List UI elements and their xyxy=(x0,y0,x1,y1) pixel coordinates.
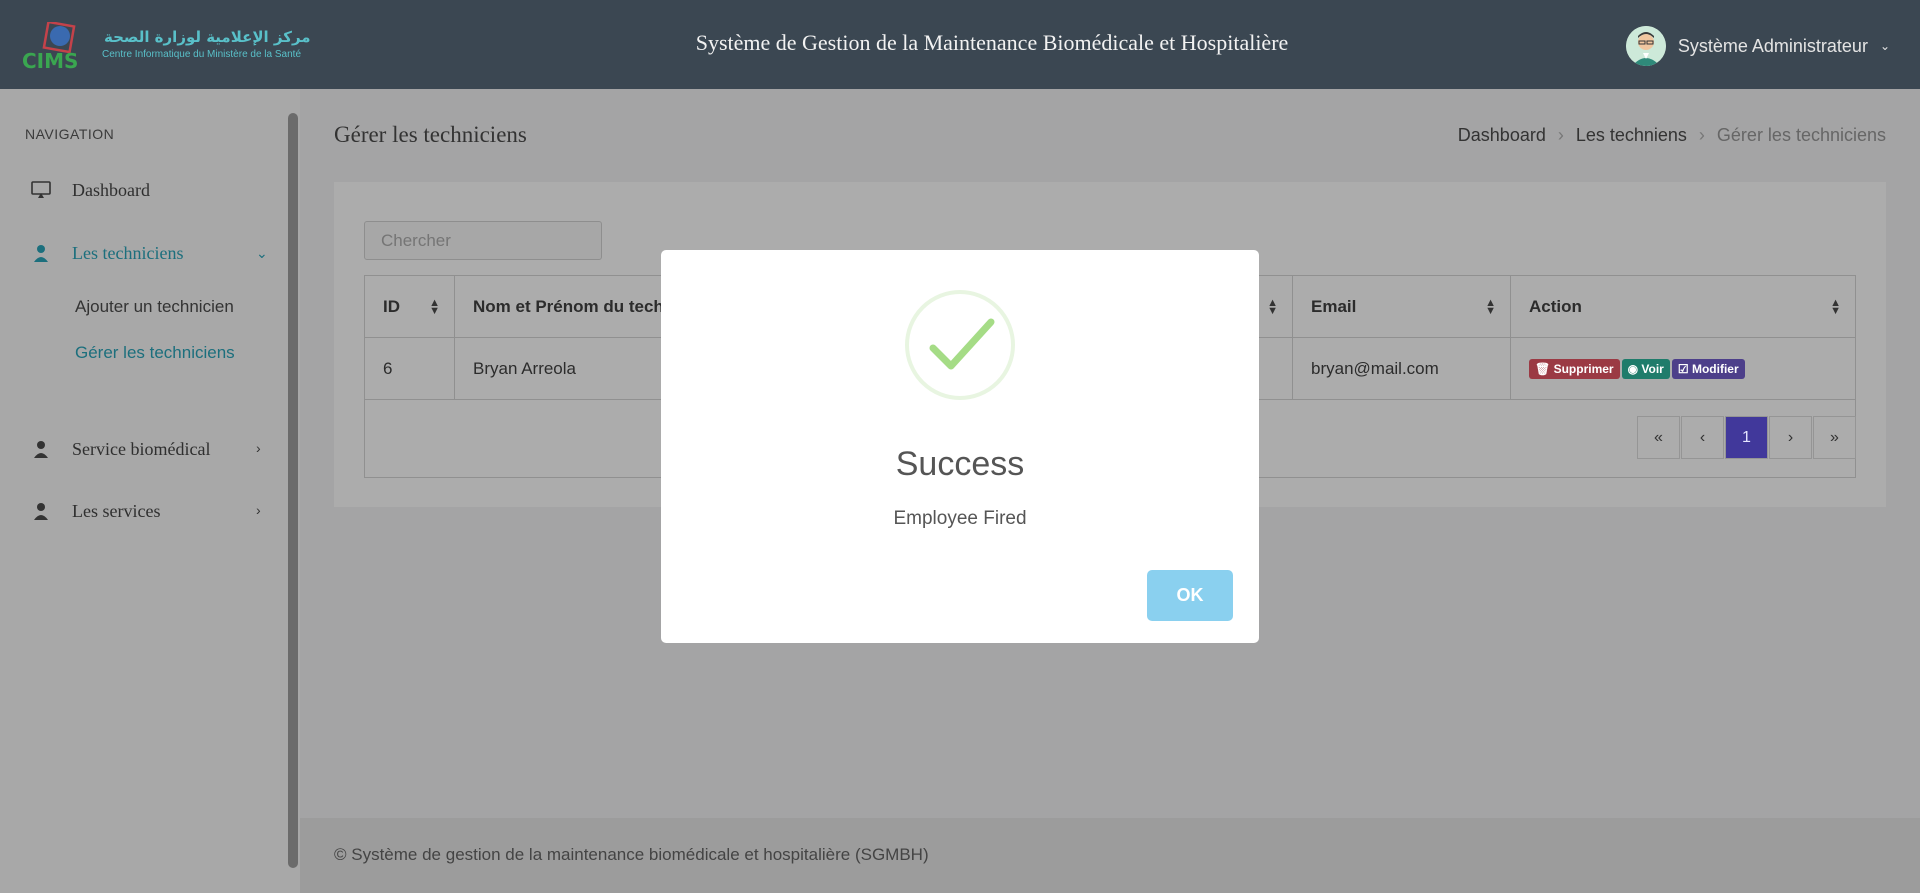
eye-icon: ◉ xyxy=(1627,362,1642,376)
column-header-action[interactable]: Action ▲ ▼ xyxy=(1510,275,1856,338)
sidebar-item-les-services[interactable]: Les services xyxy=(30,500,160,522)
trash-icon: 🗑 xyxy=(1535,362,1554,376)
column-header-id[interactable]: ID ▲ ▼ xyxy=(364,275,455,338)
pagination: « ‹ 1 › » xyxy=(1637,416,1856,459)
sidebar-item-label: Les techniciens xyxy=(72,242,184,263)
cell-id: 6 xyxy=(364,337,455,400)
chevron-right-icon: › xyxy=(1557,125,1564,145)
avatar xyxy=(1625,26,1666,66)
pagination-page-1[interactable]: 1 xyxy=(1725,416,1768,459)
sidebar-item-label: Dashboard xyxy=(72,179,150,200)
pagination-first[interactable]: « xyxy=(1637,416,1680,459)
user-icon xyxy=(30,500,52,522)
sort-icon: ▲ ▼ xyxy=(1485,297,1496,317)
ok-button[interactable]: OK xyxy=(1147,570,1233,621)
footer-text: © Système de gestion de la maintenance b… xyxy=(334,845,929,864)
user-name: Système Administrateur xyxy=(1677,35,1868,56)
cell-actions: 🗑 Supprimer ◉ Voir ☑ Modifier xyxy=(1510,337,1856,400)
user-icon xyxy=(30,438,52,460)
top-navbar: CIMS مركز الإعلامية لوزارة الصحة Centre … xyxy=(0,0,1920,89)
chevron-right-icon: › xyxy=(1698,125,1705,145)
breadcrumb: Dashboard › Les techniens › Gérer les te… xyxy=(1458,125,1886,146)
sidebar xyxy=(0,89,300,893)
sidebar-item-label: Service biomédical xyxy=(72,438,211,459)
sort-icon: ▲ ▼ xyxy=(1267,297,1278,317)
modal-title: Success xyxy=(895,445,1025,483)
breadcrumb-dashboard[interactable]: Dashboard xyxy=(1458,125,1546,146)
sidebar-subitem-gerer[interactable]: Gérer les techniciens xyxy=(75,343,235,363)
view-button[interactable]: ◉ Voir xyxy=(1621,359,1670,379)
cell-email: bryan@mail.com xyxy=(1292,337,1511,400)
sidebar-subitem-ajouter[interactable]: Ajouter un technicien xyxy=(75,297,234,317)
breadcrumb-current: Gérer les techniciens xyxy=(1716,125,1886,145)
search-input[interactable] xyxy=(364,221,602,260)
modal-message: Employee Fired xyxy=(893,508,1027,529)
pagination-prev[interactable]: ‹ xyxy=(1681,416,1724,459)
sidebar-item-techniciens[interactable]: Les techniciens xyxy=(30,242,183,264)
nav-heading: NAVIGATION xyxy=(25,126,115,142)
success-modal: Success Employee Fired OK xyxy=(661,250,1259,643)
pagination-next[interactable]: › xyxy=(1769,416,1812,459)
avatar-icon xyxy=(1625,26,1666,66)
sort-icon: ▲ ▼ xyxy=(429,297,440,317)
pagination-last[interactable]: » xyxy=(1813,416,1856,459)
monitor-icon xyxy=(30,179,52,201)
chevron-down-icon: ⌄ xyxy=(1879,39,1890,53)
page-title: Gérer les techniciens xyxy=(334,122,527,147)
sort-icon: ▲ ▼ xyxy=(1830,297,1841,317)
chevron-right-icon: › xyxy=(256,440,261,456)
edit-button[interactable]: ☑ Modifier xyxy=(1671,359,1745,379)
delete-button[interactable]: 🗑 Supprimer xyxy=(1529,359,1620,379)
chevron-right-icon: › xyxy=(256,502,261,518)
edit-icon: ☑ xyxy=(1677,362,1692,376)
chevron-down-icon: ⌄ xyxy=(256,245,268,261)
success-check-icon xyxy=(905,290,1015,400)
user-icon xyxy=(30,242,52,264)
column-header-email[interactable]: Email ▲ ▼ xyxy=(1292,275,1511,338)
sidebar-scrollbar[interactable] xyxy=(288,113,298,868)
user-menu[interactable]: Système Administrateur ⌄ xyxy=(1625,26,1890,66)
breadcrumb-techniciens[interactable]: Les techniens xyxy=(1576,125,1687,146)
sidebar-item-label: Les services xyxy=(72,500,161,521)
sidebar-item-dashboard[interactable]: Dashboard xyxy=(30,179,150,201)
sidebar-item-service-biomedical[interactable]: Service biomédical xyxy=(30,438,210,460)
